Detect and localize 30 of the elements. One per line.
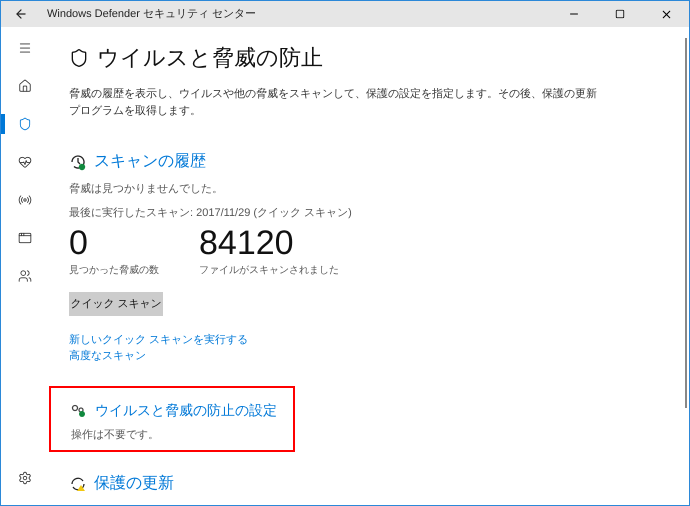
scan-link[interactable]: 高度なスキャン xyxy=(69,348,146,364)
clock-check-icon xyxy=(69,153,87,171)
scan-status: 脅威は見つかりませんでした。 xyxy=(69,182,224,197)
stat-label: ファイルがスキャンされました xyxy=(199,264,339,278)
window-icon[interactable] xyxy=(18,231,32,245)
last-scan-info: 最後に実行したスキャン: 2017/11/29 (クイック スキャン) xyxy=(69,206,353,220)
people-icon[interactable] xyxy=(18,269,32,283)
page-description: 脅威の履歴を表示し、ウイルスや他の脅威をスキャンして、保護の設定を指定します。その後、保護の更新プログラムを取得します。 xyxy=(69,86,598,119)
antenna-icon[interactable] xyxy=(18,193,32,207)
window-title: Windows Defender セキュリティ センター xyxy=(47,6,256,22)
scrollbar[interactable] xyxy=(685,38,687,408)
home-icon[interactable] xyxy=(18,79,32,93)
stat-label: 見つかった脅威の数 xyxy=(69,264,159,278)
page-title: ウイルスと脅威の防止 xyxy=(97,44,323,72)
stat-value: 84120 xyxy=(199,223,295,263)
shield-icon xyxy=(69,48,89,68)
menu-icon[interactable] xyxy=(18,41,32,55)
refresh-warning-icon xyxy=(69,476,87,492)
close-icon xyxy=(660,8,672,20)
heart-pulse-icon[interactable] xyxy=(18,155,32,169)
settings-status: 操作は不要です。 xyxy=(71,428,160,443)
section-title-link[interactable]: スキャンの履歴 xyxy=(94,150,206,174)
scan-link[interactable]: 新しいクイック スキャンを実行する xyxy=(69,332,248,348)
settings-icon[interactable] xyxy=(18,471,32,485)
shield-icon[interactable] xyxy=(18,117,32,131)
section-title-link[interactable]: 保護の更新 xyxy=(94,472,174,496)
maximize-icon xyxy=(615,9,625,19)
stat-value: 0 xyxy=(69,223,89,263)
quick-scan-button[interactable]: クイック スキャン xyxy=(69,292,163,316)
section-title-link[interactable]: ウイルスと脅威の防止の設定 xyxy=(95,400,277,421)
